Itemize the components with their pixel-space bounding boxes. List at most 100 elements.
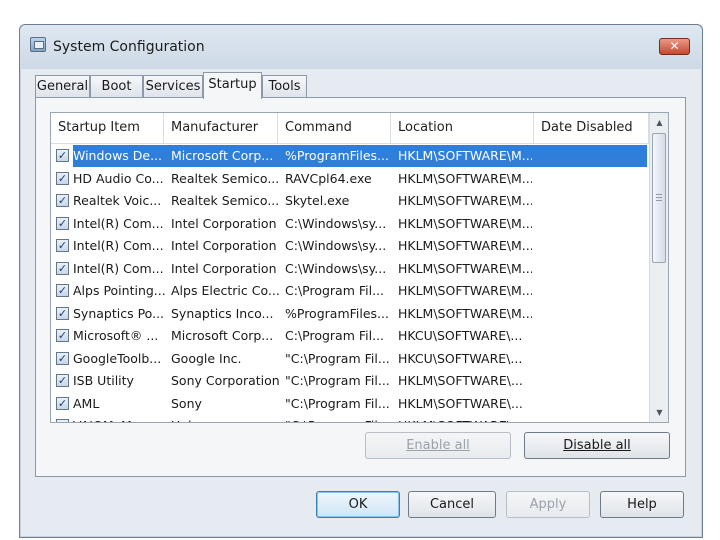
cancel-button[interactable]: Cancel <box>408 491 496 518</box>
system-configuration-icon <box>30 37 46 52</box>
close-button[interactable]: ✕ <box>659 38 690 55</box>
startup-item-cell: Intel(R) Com... <box>73 238 164 253</box>
table-row[interactable]: ✓ Microsoft® ... Microsoft Corp... C:\Progr… <box>51 325 649 347</box>
command-cell: %ProgramFiles... <box>285 148 389 163</box>
column-header-startup-item[interactable]: Startup Item <box>51 113 164 144</box>
manufacturer-cell: Sony <box>171 395 202 411</box>
enable-checkbox[interactable]: ✓ <box>56 194 69 207</box>
column-header-date-disabled[interactable]: Date Disabled <box>534 113 649 144</box>
location-cell: HKLM\SOFTWARE\M... <box>398 305 532 321</box>
location-cell: HKCU\SOFTWARE\... <box>398 328 523 343</box>
startup-item-cell: ISB Utility <box>73 373 134 388</box>
startup-item-cell: Alps Pointing... <box>73 283 166 298</box>
enable-all-label: Enable all <box>406 438 470 453</box>
command-cell: %ProgramFiles... <box>285 305 389 321</box>
system-configuration-window: System Configuration ✕ General Boot Serv… <box>19 24 703 538</box>
enable-checkbox[interactable]: ✓ <box>56 239 69 252</box>
enable-checkbox[interactable]: ✓ <box>56 216 69 230</box>
table-row[interactable]: ✓ Intel(R) Com... Intel Corporation C:\Wind… <box>51 213 649 235</box>
startup-item-cell: GoogleToolb... <box>73 350 162 366</box>
enable-checkbox[interactable]: ✓ <box>56 351 69 365</box>
enable-checkbox[interactable]: ✓ <box>56 149 69 162</box>
startup-item-cell: VAIOMyMem... <box>73 415 167 422</box>
manufacturer-cell: Realtek Semico... <box>171 170 280 186</box>
tab-general[interactable]: General <box>35 75 90 98</box>
location-cell: HKLM\SOFTWARE\... <box>398 373 523 388</box>
scrollbar-thumb[interactable] <box>652 133 666 263</box>
column-header-location[interactable]: Location <box>391 113 534 144</box>
chevron-up-icon[interactable]: ▲ <box>651 114 668 131</box>
table-row[interactable]: ✓ Alps Pointing... Alps Electric Co... C:\P… <box>51 280 649 302</box>
column-header-command[interactable]: Command <box>278 113 391 144</box>
command-cell: C:\Program Fil... <box>285 283 385 298</box>
command-cell: RAVCpl64.exe <box>285 170 372 186</box>
manufacturer-cell: Realtek Semico... <box>171 193 280 208</box>
table-row[interactable]: ✓ Windows De... Microsoft Corp... %ProgramF… <box>51 145 649 167</box>
manufacturer-cell: Google Inc. <box>171 350 242 366</box>
chevron-down-icon[interactable]: ▼ <box>651 404 668 421</box>
disable-all-button[interactable]: Disable all <box>524 432 670 459</box>
command-cell: C:\Windows\sy... <box>285 260 387 276</box>
table-row[interactable]: ✓ Intel(R) Com... Intel Corporation C:\Wind… <box>51 235 649 257</box>
location-cell: HKLM\SOFTWARE\... <box>398 395 523 411</box>
enable-checkbox[interactable]: ✓ <box>56 261 69 275</box>
location-cell: HKCU\SOFTWARE\... <box>398 350 523 366</box>
table-row[interactable]: ✓ ISB Utility Sony Corporation "C:\Program … <box>51 370 649 392</box>
enable-checkbox[interactable]: ✓ <box>56 306 69 320</box>
startup-item-cell: Synaptics Po... <box>73 305 165 321</box>
ok-button[interactable]: OK <box>316 491 400 518</box>
manufacturer-cell: Microsoft Corp... <box>171 328 274 343</box>
tab-services[interactable]: Services <box>143 75 203 98</box>
startup-item-cell: Intel(R) Com... <box>73 215 164 231</box>
location-cell: HKLM\SOFTWARE\M... <box>398 215 532 231</box>
tab-boot[interactable]: Boot <box>90 75 143 98</box>
manufacturer-cell: Unknown <box>171 415 281 422</box>
enable-checkbox[interactable]: ✓ <box>56 171 69 185</box>
table-row[interactable]: ✓ Realtek Voic... Realtek Semico... Skytel.… <box>51 190 649 212</box>
tab-startup[interactable]: Startup <box>203 72 262 99</box>
column-header-manufacturer[interactable]: Manufacturer <box>164 113 278 144</box>
command-cell: C:\Program Fil... <box>285 328 385 343</box>
command-cell: "C:\Program Fil... <box>285 373 390 388</box>
location-cell: HKLM\SOFTWARE\M... <box>398 260 532 276</box>
command-cell: "C:\Program Fil... <box>285 395 390 411</box>
list-header: Startup Item Manufacturer Command Locati… <box>51 113 649 144</box>
tab-tools[interactable]: Tools <box>262 75 307 98</box>
startup-items-list[interactable]: Startup Item Manufacturer Command Locati… <box>50 112 669 423</box>
manufacturer-cell: Microsoft Corp... <box>171 148 274 163</box>
enable-checkbox[interactable]: ✓ <box>56 419 69 422</box>
table-row[interactable]: ✓ GoogleToolb... Google Inc. "C:\Program Fi… <box>51 348 649 370</box>
table-row[interactable]: ✓ AML Sony "C:\Program Fil... HKLM\SOFTWARE\… <box>51 393 649 415</box>
enable-checkbox[interactable]: ✓ <box>56 374 69 387</box>
enable-checkbox[interactable]: ✓ <box>56 396 69 410</box>
manufacturer-cell: Intel Corporation <box>171 238 277 253</box>
command-cell: C:\Windows\sy... <box>285 215 387 231</box>
table-row[interactable]: ✓ HD Audio Co... Realtek Semico... RAVCpl64… <box>51 168 649 190</box>
startup-item-cell: AML <box>73 395 100 411</box>
apply-button[interactable]: Apply <box>506 491 590 518</box>
startup-item-cell: Microsoft® ... <box>73 328 159 343</box>
title-bar[interactable]: System Configuration ✕ <box>20 25 702 69</box>
enable-checkbox[interactable]: ✓ <box>56 329 69 342</box>
location-cell: HKLM\SOFTWARE\M... <box>398 238 532 253</box>
startup-panel: Startup Item Manufacturer Command Locati… <box>35 97 686 477</box>
table-row[interactable]: ✓ Intel(R) Com... Intel Corporation C:\Wind… <box>51 258 649 280</box>
location-cell: HKLM\SOFTWARE\M... <box>398 283 532 298</box>
grip-icon <box>656 194 662 201</box>
table-row[interactable]: ✓ Synaptics Po... Synaptics Inco... %Progra… <box>51 303 649 325</box>
vertical-scrollbar[interactable]: ▲ ▼ <box>649 113 668 422</box>
location-cell: HKLM\SOFTWARE\... <box>398 415 532 422</box>
startup-item-cell: Intel(R) Com... <box>73 260 164 276</box>
location-cell: HKLM\SOFTWARE\M... <box>398 193 532 208</box>
command-cell: Skytel.exe <box>285 193 350 208</box>
enable-checkbox[interactable]: ✓ <box>56 284 69 297</box>
command-cell: C:\Windows\sy... <box>285 238 387 253</box>
manufacturer-cell: Synaptics Inco... <box>171 305 274 321</box>
command-cell: "C:\Program Fil... <box>285 415 393 422</box>
enable-all-button[interactable]: Enable all <box>365 432 511 459</box>
table-row[interactable]: ✓ VAIOMyMem... Unknown "C:\Program Fil... HK… <box>51 415 649 422</box>
help-button[interactable]: Help <box>600 491 684 518</box>
disable-all-label: Disable all <box>563 438 631 453</box>
manufacturer-cell: Intel Corporation <box>171 260 277 276</box>
manufacturer-cell: Intel Corporation <box>171 215 277 231</box>
